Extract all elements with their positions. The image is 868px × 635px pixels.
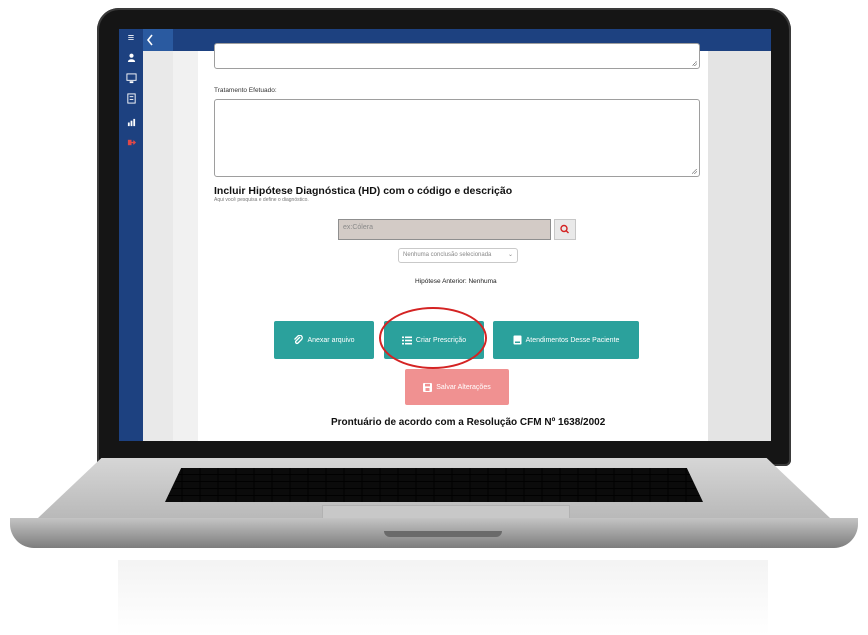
user-icon[interactable] [119,53,143,65]
app-screen: ≡ Tratamento Efetuado: Incluir Hipótese … [119,29,771,441]
right-margin [708,51,771,441]
resize-grip-icon[interactable] [692,169,697,174]
sidebar: ≡ [119,29,143,441]
hd-section-subtitle: Aqui você pesquisa e define o diagnóstic… [214,197,309,203]
laptop-reflection [118,560,768,635]
diagnosis-search-input[interactable]: ex:Cólera [338,219,551,240]
form-content: Tratamento Efetuado: Incluir Hipótese Di… [198,43,708,441]
highlight-circle [379,307,487,369]
previous-hypothesis: Hipótese Anterior: Nenhuma [415,278,497,285]
conclusion-select[interactable]: Nenhuma conclusão selecionada ⌄ [398,248,518,263]
conclusion-select-value: Nenhuma conclusão selecionada [403,252,492,258]
paperclip-icon [294,335,304,345]
floppy-disk-icon [423,382,433,392]
resize-grip-icon[interactable] [692,61,697,66]
patient-appointments-button[interactable]: Atendimentos Desse Paciente [493,321,639,359]
save-changes-button[interactable]: Salvar Alterações [405,369,509,405]
search-button[interactable] [554,219,576,240]
cfm-resolution-note: Prontuário de acordo com a Resolução CFM… [331,417,606,428]
treatment-textarea[interactable] [214,99,700,177]
back-button[interactable] [143,29,173,51]
logout-icon[interactable] [119,138,143,150]
patient-appointments-label: Atendimentos Desse Paciente [525,336,620,344]
records-icon[interactable] [119,93,143,107]
laptop-opening-notch [384,531,502,537]
monitor-icon[interactable] [119,73,143,87]
search-icon [560,224,569,234]
treatment-label: Tratamento Efetuado: [214,87,277,94]
previous-textarea[interactable] [214,43,700,69]
save-changes-label: Salvar Alterações [436,383,491,391]
chevron-left-icon [146,34,153,46]
menu-icon[interactable]: ≡ [119,32,143,44]
attach-file-label: Anexar arquivo [307,336,355,344]
laptop-keyboard [165,468,703,502]
attach-file-button[interactable]: Anexar arquivo [274,321,374,359]
book-icon [513,335,522,345]
left-rail [143,51,173,441]
hd-section-title: Incluir Hipótese Diagnóstica (HD) com o … [214,185,513,197]
chevron-down-icon: ⌄ [507,252,513,258]
chart-icon[interactable] [119,118,143,130]
